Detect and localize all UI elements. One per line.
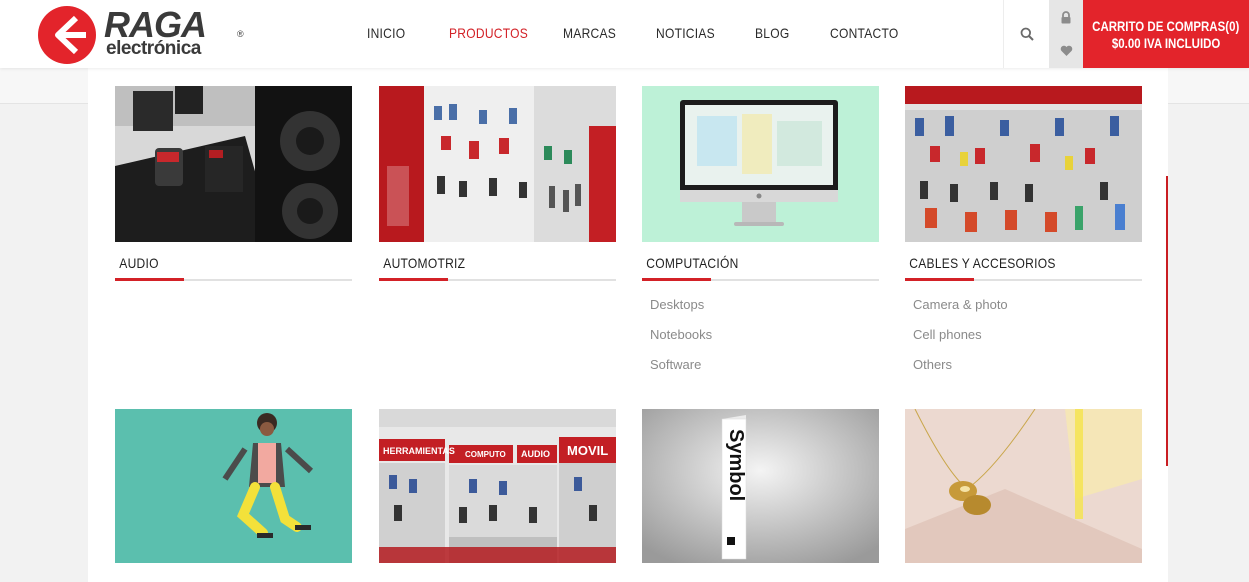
category-image-books[interactable]: Symbol — [642, 409, 879, 563]
lock-icon — [1061, 10, 1071, 23]
category-image-jewelry[interactable] — [905, 409, 1142, 563]
category-books[interactable]: Symbol — [642, 409, 879, 563]
category-automotriz[interactable]: AUTOMOTRIZ — [379, 86, 616, 281]
category-image-computacion[interactable] — [642, 86, 879, 242]
account-icons — [1049, 0, 1083, 68]
apparel-photo — [115, 409, 352, 563]
wishlist-button[interactable] — [1049, 34, 1083, 68]
category-image-automotriz[interactable] — [379, 86, 616, 242]
subcategory-list: Desktops Notebooks Software — [642, 295, 879, 385]
computacion-photo — [642, 86, 879, 242]
site-header: RAGA ® electrónica INICIO PRODUCTOS MARC… — [0, 0, 1249, 68]
nav-item-marcas[interactable]: MARCAS — [563, 25, 616, 41]
category-divider — [905, 278, 1142, 281]
herramientas-store-photo: HERRAMIENTAS COMPUTO AUDIO MOVIL — [379, 409, 616, 563]
category-title-cables[interactable]: CABLES Y ACCESORIOS — [905, 255, 1109, 271]
nav-item-inicio[interactable]: INICIO — [367, 25, 405, 41]
subcategory-list: Camera & photo Cell phones Others — [905, 295, 1142, 385]
category-computacion[interactable]: COMPUTACIÓN Desktops Notebooks Software — [642, 86, 879, 385]
subcategory-others[interactable]: Others — [913, 355, 1142, 385]
sign-audio: AUDIO — [521, 449, 550, 459]
cables-photo — [905, 86, 1142, 242]
category-title-automotriz[interactable]: AUTOMOTRIZ — [379, 255, 583, 271]
subcategory-cell-phones[interactable]: Cell phones — [913, 325, 1142, 355]
cart-count: (0) — [1225, 17, 1240, 34]
subcategory-software[interactable]: Software — [650, 355, 879, 385]
category-cables-accesorios[interactable]: CABLES Y ACCESORIOS Camera & photo Cell … — [905, 86, 1142, 385]
search-icon — [1020, 27, 1034, 41]
category-image-cables[interactable] — [905, 86, 1142, 242]
category-image-herramientas[interactable]: HERRAMIENTAS COMPUTO AUDIO MOVIL — [379, 409, 616, 563]
automotriz-photo — [379, 86, 616, 242]
nav-item-contacto[interactable]: CONTACTO — [830, 25, 899, 41]
products-mega-menu: AUDIO AUTOMOTRIZ COMPUTACIÓN Desktops No… — [88, 68, 1168, 582]
nav-item-productos[interactable]: PRODUCTOS — [449, 25, 528, 41]
search-button[interactable] — [1003, 0, 1049, 68]
brand-logo[interactable]: RAGA ® electrónica — [36, 4, 251, 66]
sign-movil: MOVIL — [567, 443, 608, 458]
cart-label: CARRITO DE COMPRAS — [1092, 17, 1226, 34]
book-spine-title: Symbol — [725, 429, 747, 501]
cart-total: $0.00 IVA INCLUIDO — [1111, 34, 1221, 51]
sign-herramientas: HERRAMIENTAS — [383, 446, 455, 456]
category-divider — [115, 278, 352, 281]
heart-icon — [1060, 45, 1072, 56]
category-divider — [379, 278, 616, 281]
category-title-computacion[interactable]: COMPUTACIÓN — [642, 255, 846, 271]
category-herramientas[interactable]: HERRAMIENTAS COMPUTO AUDIO MOVIL — [379, 409, 616, 563]
audio-photo — [115, 86, 352, 242]
sign-computo: COMPUTO — [465, 450, 506, 459]
category-apparel[interactable] — [115, 409, 352, 563]
registered-mark: ® — [237, 29, 244, 39]
nav-item-blog[interactable]: BLOG — [755, 25, 789, 41]
books-photo: Symbol — [642, 409, 879, 563]
subcategory-camera-photo[interactable]: Camera & photo — [913, 295, 1142, 325]
category-image-audio[interactable] — [115, 86, 352, 242]
cart-label-row: CARRITO DE COMPRAS(0) — [1092, 18, 1239, 34]
brand-subtitle: electrónica — [106, 38, 201, 59]
category-image-apparel[interactable] — [115, 409, 352, 563]
category-jewelry[interactable] — [905, 409, 1142, 563]
subcategory-notebooks[interactable]: Notebooks — [650, 325, 879, 355]
account-button[interactable] — [1049, 0, 1083, 34]
category-divider — [642, 278, 879, 281]
category-audio[interactable]: AUDIO — [115, 86, 352, 281]
shopping-cart-button[interactable]: CARRITO DE COMPRAS(0) $0.00 IVA INCLUIDO — [1083, 0, 1249, 68]
brand-logo-mark-icon — [38, 6, 96, 64]
jewelry-photo — [905, 409, 1142, 563]
category-title-audio[interactable]: AUDIO — [115, 255, 319, 271]
subcategory-desktops[interactable]: Desktops — [650, 295, 879, 325]
side-accent-line — [1166, 176, 1168, 466]
nav-item-noticias[interactable]: NOTICIAS — [656, 25, 715, 41]
